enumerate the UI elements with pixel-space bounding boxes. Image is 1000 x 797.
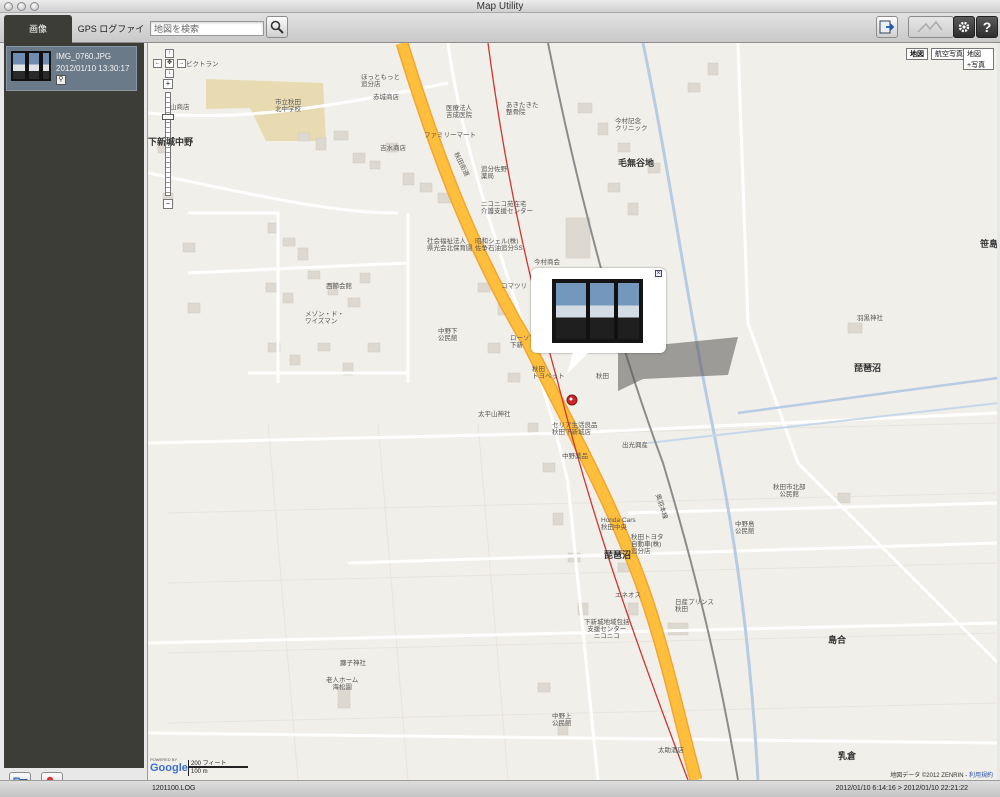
window-title: Map Utility <box>476 1 524 12</box>
map-type-hybrid-button[interactable]: 地図+写真 <box>963 48 994 70</box>
popup-tail <box>567 352 589 374</box>
image-datetime: 2012/01/10 13:30:17 <box>56 64 130 73</box>
map-label: 秋田トヨタ 自動車(株) 追分店 <box>631 534 664 556</box>
image-list-item[interactable]: IMG_0760.JPG 2012/01/10 13:30:17 ⚲ <box>6 46 137 91</box>
tab-images[interactable]: 画像 <box>4 15 72 43</box>
map-label: ファミリーマート <box>424 132 476 139</box>
map-copyright: 地図データ ©2012 ZENRIN - 利用規約 <box>890 773 993 779</box>
image-list-sidebar: IMG_0760.JPG 2012/01/10 13:30:17 ⚲ <box>4 43 144 768</box>
status-bar: 1201100.LOG 2012/01/10 6:14:16 > 2012/01… <box>0 780 1000 797</box>
map-label: 今村記念 クリニック <box>615 118 648 133</box>
pan-left-icon[interactable]: ← <box>153 59 162 68</box>
map-label: 羽黒神社 <box>857 315 883 322</box>
scale-meters: 100 m <box>191 769 208 775</box>
map-label: エネオス <box>615 592 641 599</box>
photo-preview[interactable] <box>552 279 643 343</box>
map-label: 吉水商店 <box>380 145 406 152</box>
geotag-link-icon: ⚲ <box>56 75 66 85</box>
place-label: 毛無谷地 <box>618 158 655 168</box>
search-icon <box>270 20 284 34</box>
map-label: ほっともっと 追分店 <box>361 74 400 89</box>
map-label: 市立秋田 北中学校 <box>275 99 301 114</box>
map-label: 秋田 トヨペット <box>532 366 565 381</box>
map-label: 日産プリンス 秋田 <box>675 599 714 614</box>
status-time-range: 2012/01/10 6:14:16 > 2012/01/10 22:21:22 <box>835 785 968 792</box>
map-label: あきたきた 整骨院 <box>506 102 539 117</box>
map-label: 赤城商店 <box>373 94 399 101</box>
map-label: 太助酒店 <box>658 747 684 754</box>
map-view[interactable]: ↑ ← ✥ → ↓ + − 地図 航空写真 地図+写真 ビクトラン 山商店 市立… <box>147 43 997 780</box>
image-filename: IMG_0760.JPG <box>56 52 112 61</box>
help-icon: ? <box>982 19 992 35</box>
map-label: 出光興産 <box>622 442 648 449</box>
map-label: 秋田市北部 公民館 <box>773 484 806 499</box>
map-type-satellite-button[interactable]: 航空写真 <box>931 48 967 60</box>
map-label: 中野島 公民館 <box>735 521 755 536</box>
title-bar: Map Utility <box>0 0 1000 13</box>
map-label: 太平山神社 <box>478 411 511 418</box>
place-label: 島合 <box>828 635 847 645</box>
search-button[interactable] <box>266 16 288 38</box>
map-canvas <box>148 43 997 780</box>
place-label: 琵琶沼 <box>604 550 632 560</box>
minimize-window-button[interactable] <box>17 2 26 11</box>
track-graph-icon <box>917 20 943 33</box>
image-thumbnail <box>11 51 51 81</box>
map-label: 中野下 公民館 <box>438 328 458 343</box>
map-label: 今村商会 <box>534 259 560 266</box>
close-popup-icon[interactable]: × <box>655 270 662 277</box>
tab-gps-log[interactable]: GPS ログファイル <box>76 15 146 62</box>
place-label: 笹島 <box>980 239 997 249</box>
pan-down-icon[interactable]: ↓ <box>165 69 174 78</box>
zoom-window-button[interactable] <box>30 2 39 11</box>
map-label: 躑子神社 <box>340 660 366 667</box>
map-label: セリア生活良品 秋田下新城店 <box>552 422 598 437</box>
pan-up-icon[interactable]: ↑ <box>165 49 174 58</box>
map-label: 昭和シェル(株) 佐争石油追分SS <box>475 238 523 253</box>
pan-right-icon[interactable]: → <box>177 59 186 68</box>
toolbar: 画像 GPS ログファイル ? <box>0 13 1000 62</box>
map-label: 秋田 <box>596 373 609 380</box>
gear-icon <box>958 21 970 33</box>
map-label: 社会福祉法人 県光会北保育園 <box>427 238 473 253</box>
zoom-out-icon[interactable]: − <box>163 199 173 209</box>
map-scale: 200 フィート 100 m <box>188 758 250 776</box>
track-graph-button[interactable] <box>908 16 954 38</box>
pan-center-icon[interactable]: ✥ <box>165 59 174 68</box>
terms-link[interactable]: 利用規約 <box>969 773 993 779</box>
map-label: 山商店 <box>170 104 190 111</box>
help-button[interactable]: ? <box>976 16 998 38</box>
place-label: 琵琶沼 <box>854 363 882 373</box>
settings-button[interactable] <box>953 16 975 38</box>
zoom-slider-handle[interactable] <box>162 114 174 120</box>
map-label: コマツリ <box>501 283 527 290</box>
map-label: Honda Cars 秋田中央 <box>601 517 636 532</box>
map-label: 医療法人 吉成医院 <box>446 105 472 120</box>
map-label: メゾン・ド・ ワイズマン <box>305 311 344 326</box>
zoom-in-icon[interactable]: + <box>163 79 173 89</box>
place-label: 乳倉 <box>838 751 857 761</box>
map-type-map-button[interactable]: 地図 <box>906 48 928 60</box>
map-label: 西節会館 <box>326 283 352 290</box>
google-logo: POWERED BY Google <box>150 757 188 774</box>
map-label: 中野薬品 <box>562 453 588 460</box>
map-label: 老人ホーム 海松園 <box>326 677 359 692</box>
status-log-file: 1201100.LOG <box>152 785 196 792</box>
place-label: 下新城中野 <box>148 137 194 147</box>
map-search-input[interactable] <box>150 21 264 36</box>
map-label: 中野上 公民館 <box>552 713 572 728</box>
map-label: ビクトラン <box>186 61 219 68</box>
photo-popup[interactable]: × <box>531 268 666 374</box>
map-label: 追分佐野 薬局 <box>481 166 507 181</box>
map-label: ニコニコ苑在宅 介護支援センター <box>481 201 533 216</box>
export-icon <box>879 20 895 34</box>
export-map-button[interactable] <box>876 16 898 38</box>
map-label: 下新城地域包括 支援センター ニコニコ <box>584 619 630 641</box>
app-window: Map Utility 画像 GPS ログファイル ? IMG_0760.JPG… <box>0 0 1000 797</box>
close-window-button[interactable] <box>4 2 13 11</box>
